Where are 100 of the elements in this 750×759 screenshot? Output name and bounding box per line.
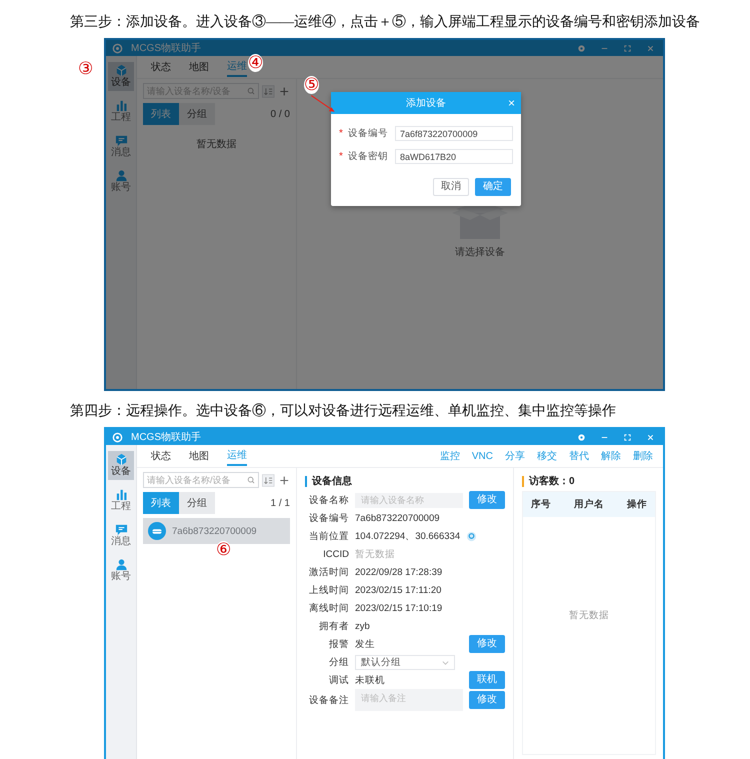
nav-label: 账号 bbox=[111, 571, 131, 583]
nav-item[interactable]: 工程 bbox=[108, 486, 134, 515]
maximize-icon[interactable] bbox=[623, 44, 632, 52]
view-tab[interactable]: 分组 bbox=[179, 492, 215, 514]
field-label: 设备名称 bbox=[308, 494, 349, 506]
edit-button[interactable]: 修改 bbox=[469, 491, 505, 509]
logo-icon bbox=[112, 432, 123, 442]
section-title: 设备信息 bbox=[305, 476, 505, 487]
settings-icon[interactable] bbox=[577, 432, 586, 442]
window-title: MCGS物联助手 bbox=[131, 430, 201, 444]
field-value: zyb bbox=[355, 620, 370, 632]
page-count: 0 / 0 bbox=[270, 108, 290, 120]
tab[interactable]: 状态 bbox=[151, 447, 171, 465]
input-field[interactable]: 7a6f873220700009 bbox=[395, 126, 513, 141]
view-tab[interactable]: 分组 bbox=[179, 103, 215, 125]
column-header: 序号 bbox=[531, 498, 551, 511]
sort-icon[interactable] bbox=[262, 84, 274, 98]
chevron-icon bbox=[442, 658, 449, 666]
action-link[interactable]: 监控 bbox=[440, 447, 460, 465]
nav-item[interactable]: 账号 bbox=[108, 167, 134, 196]
search-icon bbox=[247, 476, 255, 484]
nav-label: 设备 bbox=[111, 77, 131, 89]
required-mark: * bbox=[339, 128, 344, 139]
field-value: 2022/09/28 17:28:39 bbox=[355, 566, 442, 578]
field-label: 报警 bbox=[328, 638, 349, 650]
nav-item[interactable]: 消息 bbox=[108, 132, 134, 161]
tab[interactable]: 运维 bbox=[227, 57, 247, 77]
field-label: 离线时间 bbox=[308, 602, 349, 614]
field-value: 2023/02/15 17:11:20 bbox=[355, 584, 442, 596]
cube-icon bbox=[114, 453, 128, 466]
action-link[interactable]: 删除 bbox=[633, 447, 653, 465]
column-header: 用户名 bbox=[574, 498, 604, 511]
sort-icon[interactable] bbox=[262, 472, 274, 488]
nav-label: 账号 bbox=[111, 182, 131, 194]
nav-label: 工程 bbox=[111, 112, 131, 124]
remark-field[interactable]: 请输入备注 bbox=[355, 689, 463, 711]
tab[interactable]: 地图 bbox=[189, 58, 209, 76]
field-label: 调试 bbox=[328, 674, 349, 686]
field-label: 设备编号 bbox=[308, 512, 349, 524]
page-count: 1 / 1 bbox=[270, 498, 290, 508]
field-value: 7a6b873220700009 bbox=[355, 512, 440, 524]
person-icon bbox=[114, 169, 128, 182]
field-label: 当前位置 bbox=[308, 530, 349, 542]
cube-icon bbox=[114, 64, 128, 77]
device-name: 7a6b873220700009 bbox=[172, 526, 257, 536]
nav-item[interactable]: 设备 bbox=[108, 62, 134, 91]
group-select[interactable]: 默认分组 bbox=[355, 654, 455, 670]
bar-chart-icon bbox=[114, 488, 128, 501]
empty-detail-text: 请选择设备 bbox=[455, 246, 505, 259]
bar-chart-icon bbox=[114, 99, 128, 112]
empty-table-text: 暂无数据 bbox=[569, 609, 609, 622]
maximize-icon[interactable] bbox=[623, 432, 632, 442]
visitor-count: 访客数：0 bbox=[522, 476, 656, 487]
field-label: 拥有者 bbox=[318, 620, 349, 632]
field-label: 设备编号 bbox=[348, 127, 389, 140]
field-value: 2023/02/15 17:10:19 bbox=[355, 602, 442, 614]
nav-item[interactable]: 消息 bbox=[108, 521, 134, 550]
tab[interactable]: 地图 bbox=[189, 447, 209, 465]
field-value: 发生 bbox=[355, 638, 376, 650]
view-tab[interactable]: 列表 bbox=[143, 492, 179, 514]
nav-item[interactable]: 工程 bbox=[108, 97, 134, 126]
nav-label: 工程 bbox=[111, 501, 131, 513]
settings-icon[interactable] bbox=[577, 44, 586, 52]
column-header: 操作 bbox=[627, 498, 647, 511]
confirm-button[interactable]: 确定 bbox=[475, 178, 511, 196]
tab[interactable]: 状态 bbox=[151, 58, 171, 76]
field-label: 分组 bbox=[328, 656, 349, 668]
person-icon bbox=[114, 558, 128, 571]
view-tab[interactable]: 列表 bbox=[143, 103, 179, 125]
device-avatar-icon bbox=[148, 522, 166, 540]
required-mark: * bbox=[339, 151, 344, 162]
nav-item[interactable]: 账号 bbox=[108, 556, 134, 585]
close-button[interactable]: × bbox=[508, 96, 515, 110]
empty-list-text: 暂无数据 bbox=[196, 138, 238, 151]
name-field[interactable]: 请输入设备名称 bbox=[355, 492, 463, 508]
search-icon bbox=[247, 87, 255, 95]
device-item[interactable]: 7a6b873220700009 bbox=[143, 518, 290, 544]
action-link[interactable]: 分享 bbox=[505, 447, 525, 465]
location-pin-icon[interactable] bbox=[466, 530, 478, 542]
tab[interactable]: 运维 bbox=[227, 446, 247, 466]
chat-icon bbox=[114, 134, 128, 147]
action-button[interactable]: 联机 bbox=[469, 671, 505, 689]
field-label: 上线时间 bbox=[308, 584, 349, 596]
action-button[interactable]: 修改 bbox=[469, 635, 505, 653]
edit-button[interactable]: 修改 bbox=[469, 691, 505, 709]
logo-icon bbox=[112, 42, 123, 54]
close-icon[interactable] bbox=[646, 44, 655, 52]
input-field[interactable]: 8aWD617B20 bbox=[395, 149, 513, 164]
nav-label: 设备 bbox=[111, 466, 131, 478]
action-link[interactable]: VNC bbox=[472, 448, 493, 464]
cancel-button[interactable]: 取消 bbox=[433, 178, 469, 196]
field-label: 激活时间 bbox=[308, 566, 349, 578]
close-icon[interactable] bbox=[646, 432, 655, 442]
nav-item[interactable]: 设备 bbox=[108, 451, 134, 480]
action-link[interactable]: 解除 bbox=[601, 447, 621, 465]
action-link[interactable]: 移交 bbox=[537, 447, 557, 465]
search-field[interactable]: 请输入设备名称/设备 bbox=[143, 472, 259, 488]
window-title: MCGS物联助手 bbox=[131, 42, 201, 55]
action-link[interactable]: 替代 bbox=[569, 447, 589, 465]
step-caption: 第三步：添加设备。进入设备③——运维④，点击＋⑤，输入屏端工程显示的设备编号和密钥添加设备 bbox=[70, 14, 700, 32]
